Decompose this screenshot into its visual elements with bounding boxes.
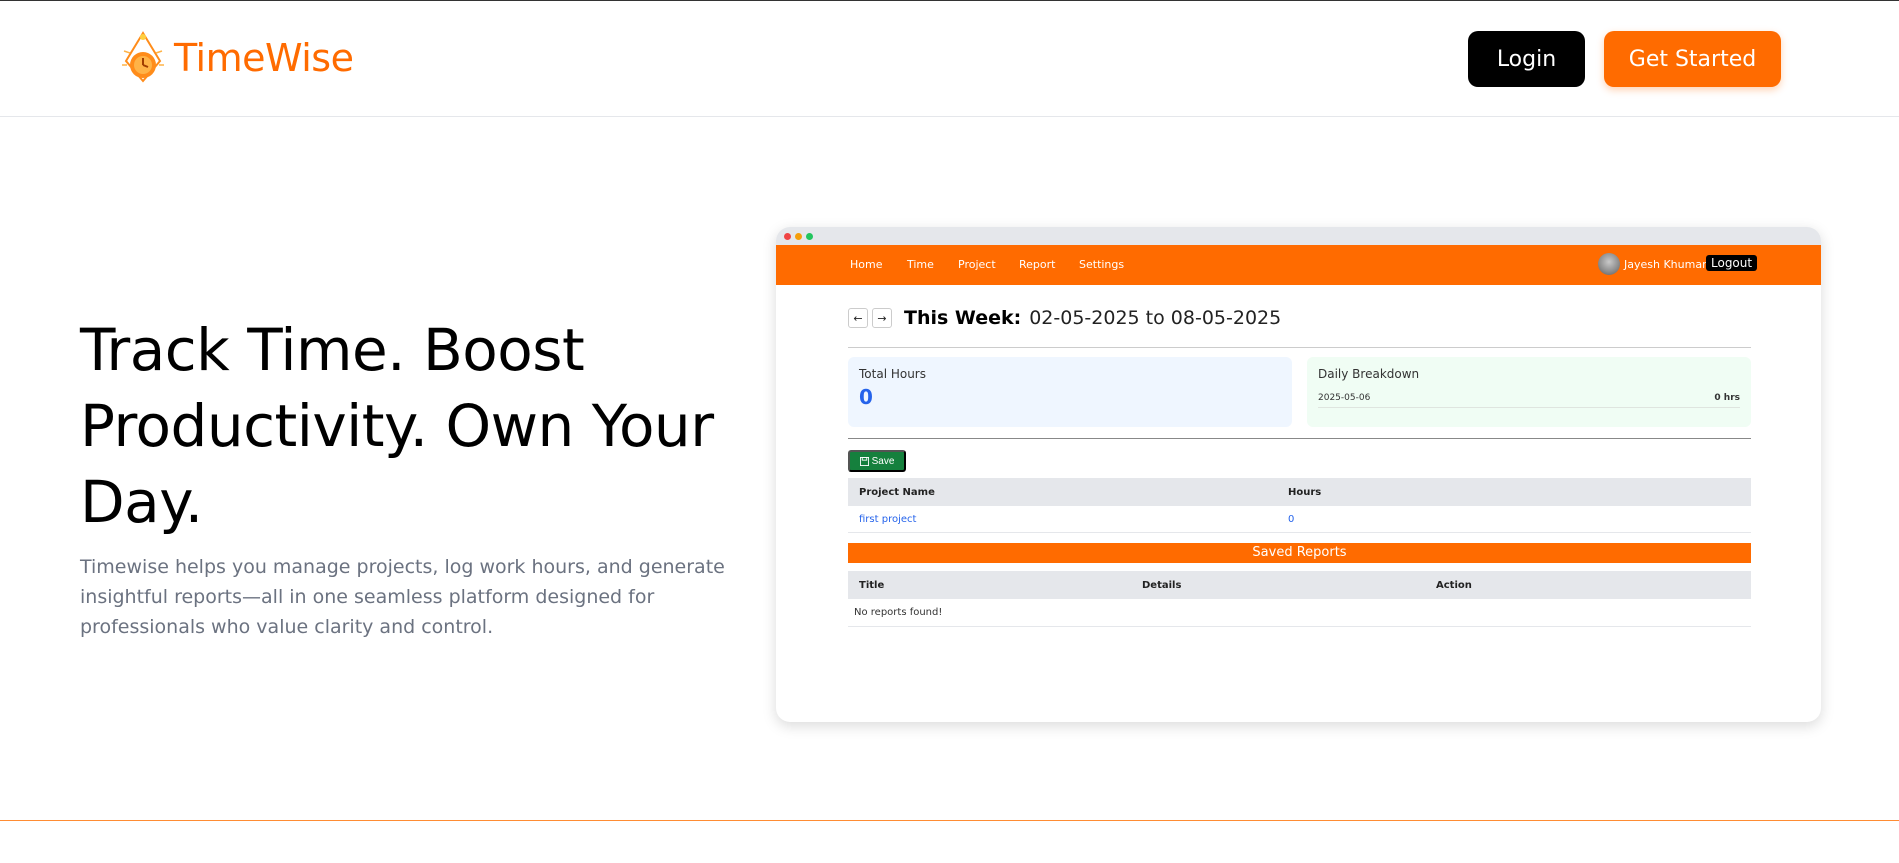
hero-description: Timewise helps you manage projects, log … bbox=[80, 556, 725, 638]
project-hours[interactable]: 0 bbox=[1288, 514, 1294, 525]
nav-settings[interactable]: Settings bbox=[1079, 258, 1124, 271]
column-details: Details bbox=[1142, 579, 1182, 591]
save-label: Save bbox=[871, 455, 895, 467]
projects-table: Project Name Hours first project 0 bbox=[848, 478, 1751, 533]
column-project-name: Project Name bbox=[859, 486, 935, 498]
nav-report[interactable]: Report bbox=[1019, 258, 1055, 271]
avatar[interactable] bbox=[1598, 253, 1620, 275]
project-name-link[interactable]: first project bbox=[848, 514, 1288, 525]
user-name: Jayesh Khuman bbox=[1624, 258, 1710, 271]
next-week-button[interactable]: → bbox=[872, 308, 892, 328]
login-button[interactable]: Login bbox=[1468, 31, 1585, 87]
close-dot-icon bbox=[784, 232, 791, 240]
nav-time[interactable]: Time bbox=[907, 258, 934, 271]
divider bbox=[848, 347, 1751, 348]
column-action: Action bbox=[1436, 579, 1472, 591]
arrow-right-icon: → bbox=[877, 311, 887, 325]
daily-breakdown-card: Daily Breakdown 2025-05-06 0 hrs bbox=[1307, 357, 1751, 427]
week-range: 02-05-2025 to 08-05-2025 bbox=[1029, 307, 1282, 329]
nav-home[interactable]: Home bbox=[850, 258, 882, 271]
app-navbar: Home Time Project Report Settings Jayesh… bbox=[776, 245, 1821, 285]
week-selector: ← → This Week: 02-05-2025 to 08-05-2025 bbox=[848, 307, 1281, 329]
brand-name: TimeWise bbox=[174, 36, 354, 80]
get-started-button[interactable]: Get Started bbox=[1604, 31, 1781, 87]
save-icon bbox=[859, 456, 869, 466]
saved-reports-heading: Saved Reports bbox=[848, 543, 1751, 563]
empty-reports-message: No reports found! bbox=[848, 599, 1751, 627]
app-preview-window: Home Time Project Report Settings Jayesh… bbox=[776, 227, 1821, 722]
week-label: This Week: bbox=[904, 307, 1022, 329]
projects-table-header: Project Name Hours bbox=[848, 478, 1751, 506]
saved-reports-header: Title Details Action bbox=[848, 571, 1751, 599]
table-row: first project 0 bbox=[848, 506, 1751, 533]
prev-week-button[interactable]: ← bbox=[848, 308, 868, 328]
daily-breakdown-row: 2025-05-06 0 hrs bbox=[1318, 393, 1740, 408]
divider bbox=[848, 438, 1751, 439]
save-button[interactable]: Save bbox=[848, 450, 906, 472]
section-divider bbox=[0, 820, 1899, 821]
logout-button[interactable]: Logout bbox=[1706, 255, 1758, 271]
daily-breakdown-title: Daily Breakdown bbox=[1318, 367, 1420, 381]
column-title: Title bbox=[859, 579, 885, 591]
site-header: TimeWise Login Get Started bbox=[0, 1, 1899, 117]
total-hours-card: Total Hours 0 bbox=[848, 357, 1292, 427]
column-hours: Hours bbox=[1288, 486, 1322, 498]
minimize-dot-icon bbox=[795, 232, 802, 240]
window-title-bar bbox=[776, 227, 1821, 245]
clock-logo-icon bbox=[122, 31, 164, 83]
daily-hours: 0 hrs bbox=[1714, 393, 1740, 403]
nav-project[interactable]: Project bbox=[958, 258, 996, 271]
hero-title: Track Time. Boost Productivity. Own Your… bbox=[80, 316, 714, 536]
logo[interactable]: TimeWise bbox=[120, 31, 354, 85]
arrow-left-icon: ← bbox=[853, 311, 863, 325]
total-hours-label: Total Hours bbox=[859, 367, 926, 381]
daily-date: 2025-05-06 bbox=[1318, 393, 1371, 403]
maximize-dot-icon bbox=[806, 232, 813, 240]
saved-reports-table: Title Details Action No reports found! bbox=[848, 571, 1751, 627]
total-hours-value: 0 bbox=[859, 385, 873, 409]
